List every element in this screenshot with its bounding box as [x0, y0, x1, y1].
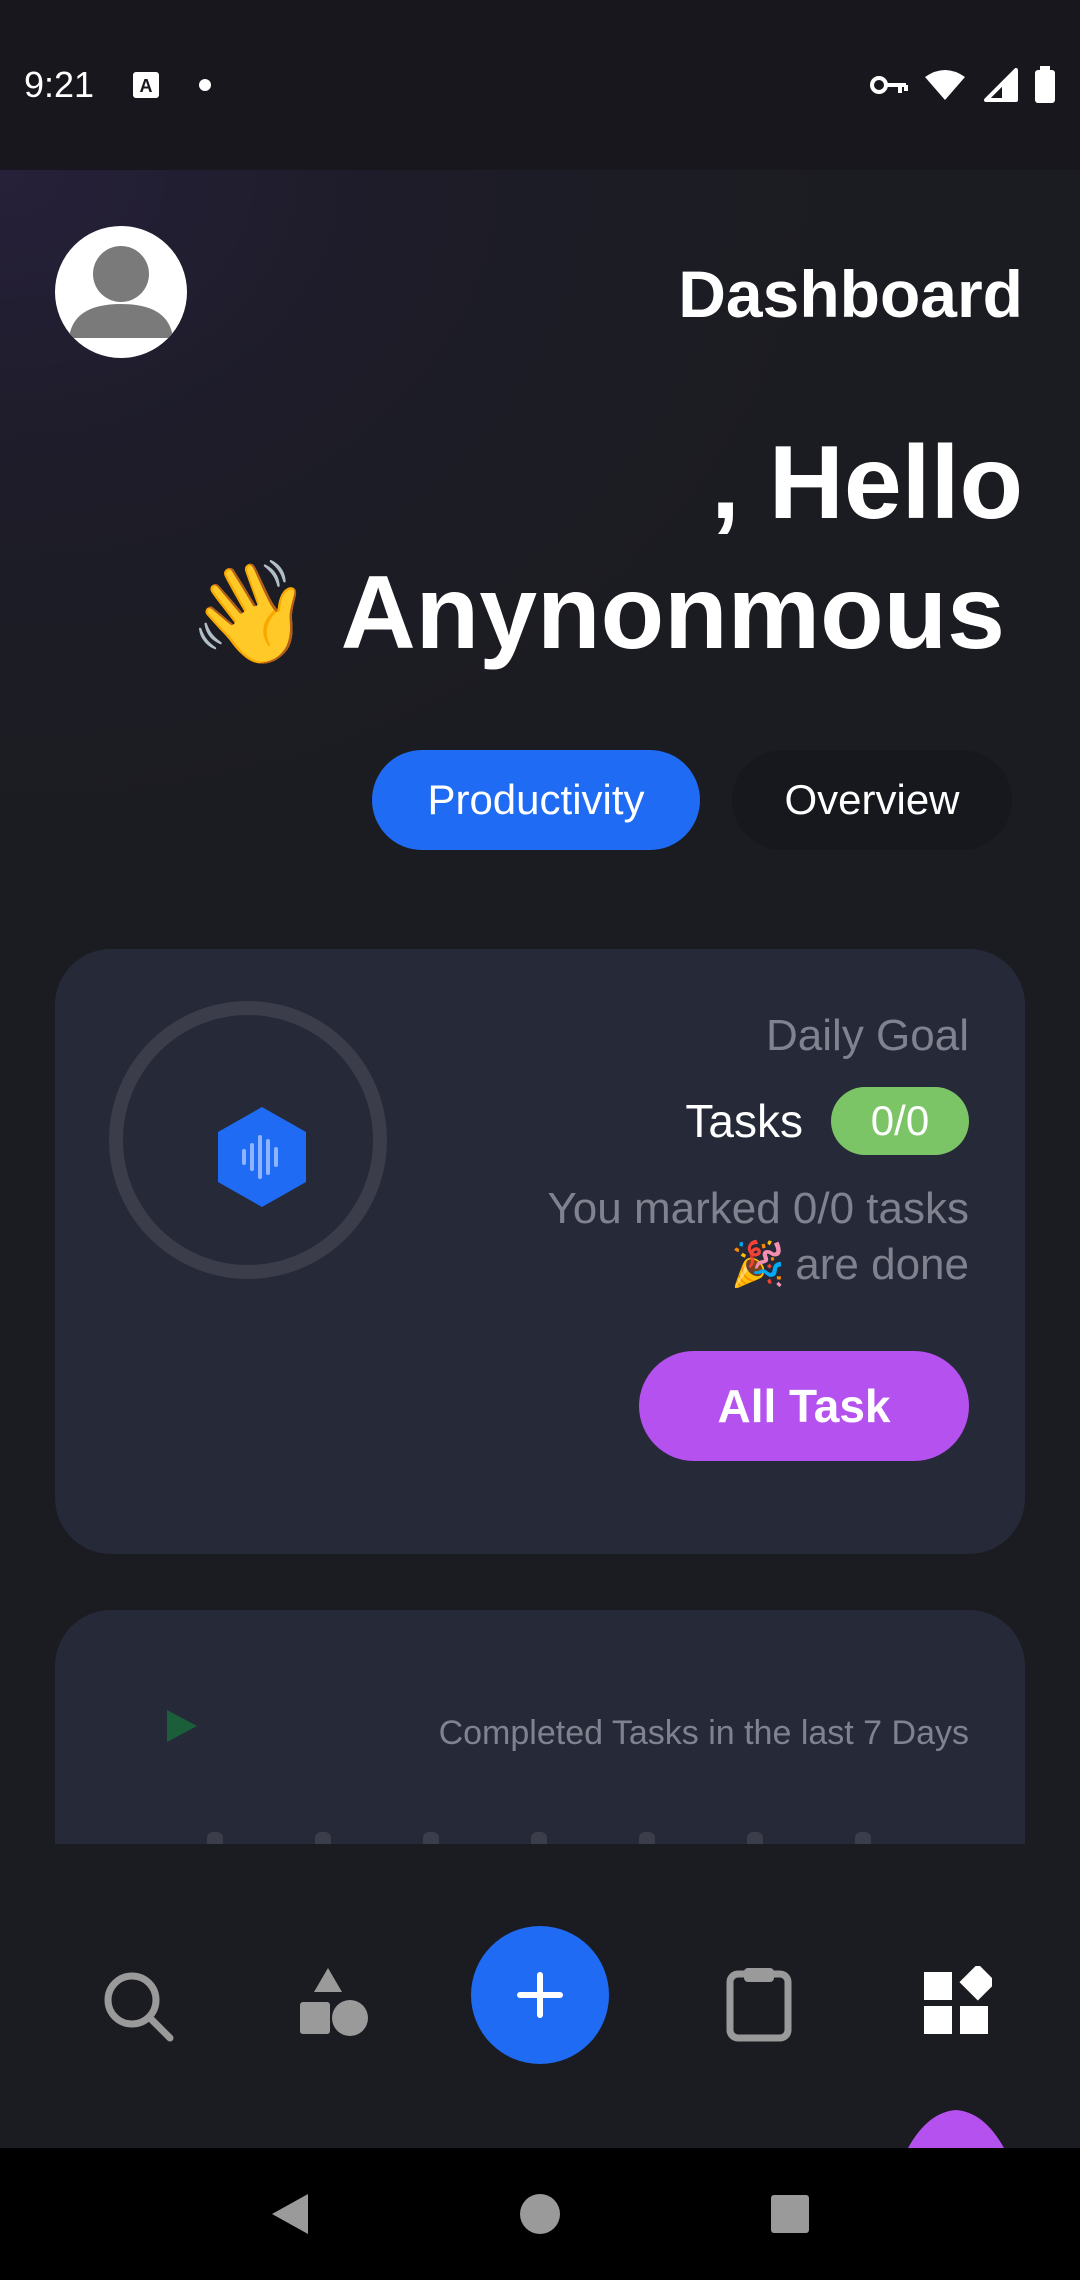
goal-message: You marked 0/0 tasks 🎉 are done	[547, 1181, 969, 1293]
shapes-icon[interactable]	[298, 1966, 370, 2038]
chart-bars	[207, 1832, 871, 1844]
tasks-label: Tasks	[685, 1095, 803, 1147]
chart-bar-3	[423, 1832, 439, 1844]
search-icon[interactable]	[100, 1968, 176, 2044]
recents-icon[interactable]	[770, 2194, 810, 2234]
goal-message-line1: You marked 0/0 tasks	[547, 1184, 969, 1233]
tasks-row: Tasks 0/0	[685, 1087, 969, 1155]
clipboard-icon[interactable]	[726, 1966, 792, 2042]
avatar-silhouette	[69, 246, 173, 338]
progress-ring	[109, 1001, 387, 1279]
back-icon[interactable]	[270, 2192, 310, 2236]
status-bar: 9:21 A	[0, 0, 1080, 170]
battery-icon	[1035, 66, 1055, 103]
daily-goal-label: Daily Goal	[766, 1011, 969, 1060]
party-popper-icon: 🎉	[730, 1240, 786, 1289]
status-time: 9:21	[24, 64, 95, 105]
goal-message-line2-row: 🎉 are done	[547, 1237, 970, 1293]
status-right-icons	[870, 66, 1056, 104]
add-icon	[517, 1972, 563, 2018]
greeting-name-row: 👋 Anynonmous	[188, 548, 1005, 678]
page-title: Dashboard	[678, 257, 1023, 331]
chart-bar-4	[531, 1832, 547, 1844]
greeting-hello: , Hello	[710, 425, 1023, 541]
wifi-icon	[925, 70, 965, 100]
tab-productivity[interactable]: Productivity	[372, 750, 700, 850]
chart-bar-1	[207, 1832, 223, 1844]
all-task-button[interactable]: All Task	[639, 1351, 969, 1461]
dashboard-tabs: Productivity Overview	[372, 750, 1012, 850]
user-avatar-icon[interactable]	[55, 226, 187, 358]
dot-icon	[199, 79, 212, 91]
active-tab-indicator	[908, 2110, 1004, 2148]
signal-icon	[984, 68, 1018, 102]
daily-goal-card: Daily Goal Tasks 0/0 You marked 0/0 task…	[55, 949, 1025, 1554]
voice-hexagon-icon	[218, 1107, 306, 1207]
home-icon[interactable]	[519, 2193, 561, 2235]
chart-bar-5	[639, 1832, 655, 1844]
goal-message-line2: are done	[795, 1240, 969, 1289]
chart-bar-2	[315, 1832, 331, 1844]
system-navigation-bar	[0, 2148, 1080, 2280]
waving-hand-icon: 👋	[188, 557, 313, 669]
chart-bar-6	[747, 1832, 763, 1844]
add-task-button[interactable]	[471, 1926, 609, 2064]
tab-overview[interactable]: Overview	[732, 750, 1012, 850]
dashboard-icon[interactable]	[922, 1966, 992, 2036]
text-notification-icon: A	[133, 72, 160, 98]
greeting-name: Anynonmous	[340, 555, 1005, 671]
app-screen: Dashboard , Hello 👋 Anynonmous Productiv…	[0, 170, 1080, 2148]
status-left-icons: A	[132, 71, 212, 99]
chart-bar-7	[855, 1832, 871, 1844]
tasks-count-badge: 0/0	[831, 1087, 969, 1155]
vpn-key-icon	[870, 76, 908, 94]
svg-text:A: A	[140, 76, 153, 96]
